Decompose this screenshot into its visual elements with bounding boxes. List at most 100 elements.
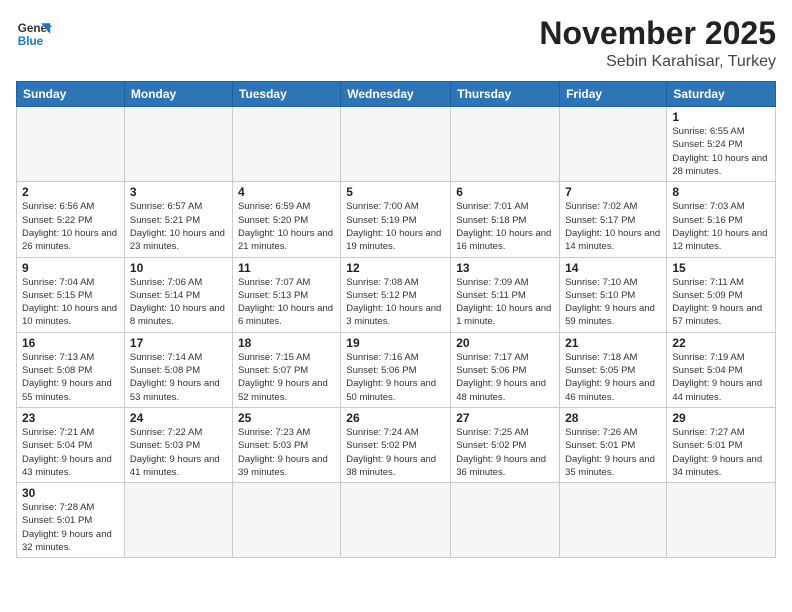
day-number: 17 bbox=[130, 336, 227, 350]
calendar-cell bbox=[341, 107, 451, 182]
calendar-cell bbox=[560, 107, 667, 182]
day-info: Sunrise: 7:11 AM Sunset: 5:09 PM Dayligh… bbox=[672, 276, 770, 329]
day-info: Sunrise: 7:16 AM Sunset: 5:06 PM Dayligh… bbox=[346, 351, 445, 404]
day-number: 21 bbox=[565, 336, 661, 350]
calendar-cell: 2Sunrise: 6:56 AM Sunset: 5:22 PM Daylig… bbox=[17, 182, 125, 257]
day-info: Sunrise: 7:13 AM Sunset: 5:08 PM Dayligh… bbox=[22, 351, 119, 404]
day-number: 29 bbox=[672, 411, 770, 425]
calendar-cell: 12Sunrise: 7:08 AM Sunset: 5:12 PM Dayli… bbox=[341, 257, 451, 332]
title-block: November 2025 Sebin Karahisar, Turkey bbox=[539, 16, 776, 71]
calendar-cell: 4Sunrise: 6:59 AM Sunset: 5:20 PM Daylig… bbox=[232, 182, 340, 257]
page: General Blue November 2025 Sebin Karahis… bbox=[0, 0, 792, 612]
day-info: Sunrise: 7:01 AM Sunset: 5:18 PM Dayligh… bbox=[456, 200, 554, 253]
calendar-cell: 22Sunrise: 7:19 AM Sunset: 5:04 PM Dayli… bbox=[667, 332, 776, 407]
weekday-thursday: Thursday bbox=[451, 82, 560, 107]
day-number: 26 bbox=[346, 411, 445, 425]
day-info: Sunrise: 7:07 AM Sunset: 5:13 PM Dayligh… bbox=[238, 276, 335, 329]
calendar-cell bbox=[341, 483, 451, 558]
day-info: Sunrise: 6:55 AM Sunset: 5:24 PM Dayligh… bbox=[672, 125, 770, 178]
day-info: Sunrise: 7:19 AM Sunset: 5:04 PM Dayligh… bbox=[672, 351, 770, 404]
day-number: 3 bbox=[130, 185, 227, 199]
day-info: Sunrise: 7:15 AM Sunset: 5:07 PM Dayligh… bbox=[238, 351, 335, 404]
day-number: 19 bbox=[346, 336, 445, 350]
day-info: Sunrise: 7:06 AM Sunset: 5:14 PM Dayligh… bbox=[130, 276, 227, 329]
day-info: Sunrise: 7:08 AM Sunset: 5:12 PM Dayligh… bbox=[346, 276, 445, 329]
calendar-cell: 29Sunrise: 7:27 AM Sunset: 5:01 PM Dayli… bbox=[667, 407, 776, 482]
day-number: 2 bbox=[22, 185, 119, 199]
day-info: Sunrise: 7:09 AM Sunset: 5:11 PM Dayligh… bbox=[456, 276, 554, 329]
calendar-cell: 30Sunrise: 7:28 AM Sunset: 5:01 PM Dayli… bbox=[17, 483, 125, 558]
day-number: 15 bbox=[672, 261, 770, 275]
logo-icon: General Blue bbox=[16, 16, 52, 52]
weekday-friday: Friday bbox=[560, 82, 667, 107]
day-info: Sunrise: 7:24 AM Sunset: 5:02 PM Dayligh… bbox=[346, 426, 445, 479]
calendar-cell: 5Sunrise: 7:00 AM Sunset: 5:19 PM Daylig… bbox=[341, 182, 451, 257]
day-number: 24 bbox=[130, 411, 227, 425]
calendar-cell bbox=[124, 107, 232, 182]
day-number: 18 bbox=[238, 336, 335, 350]
day-number: 9 bbox=[22, 261, 119, 275]
week-row-5: 23Sunrise: 7:21 AM Sunset: 5:04 PM Dayli… bbox=[17, 407, 776, 482]
calendar-cell bbox=[124, 483, 232, 558]
day-info: Sunrise: 7:04 AM Sunset: 5:15 PM Dayligh… bbox=[22, 276, 119, 329]
calendar-cell: 8Sunrise: 7:03 AM Sunset: 5:16 PM Daylig… bbox=[667, 182, 776, 257]
day-info: Sunrise: 7:23 AM Sunset: 5:03 PM Dayligh… bbox=[238, 426, 335, 479]
day-info: Sunrise: 6:59 AM Sunset: 5:20 PM Dayligh… bbox=[238, 200, 335, 253]
calendar-cell: 26Sunrise: 7:24 AM Sunset: 5:02 PM Dayli… bbox=[341, 407, 451, 482]
calendar-cell: 7Sunrise: 7:02 AM Sunset: 5:17 PM Daylig… bbox=[560, 182, 667, 257]
calendar-cell bbox=[17, 107, 125, 182]
calendar-cell: 16Sunrise: 7:13 AM Sunset: 5:08 PM Dayli… bbox=[17, 332, 125, 407]
calendar-cell bbox=[451, 483, 560, 558]
day-info: Sunrise: 7:17 AM Sunset: 5:06 PM Dayligh… bbox=[456, 351, 554, 404]
day-info: Sunrise: 7:10 AM Sunset: 5:10 PM Dayligh… bbox=[565, 276, 661, 329]
calendar-cell: 25Sunrise: 7:23 AM Sunset: 5:03 PM Dayli… bbox=[232, 407, 340, 482]
calendar-cell bbox=[667, 483, 776, 558]
day-number: 13 bbox=[456, 261, 554, 275]
day-number: 4 bbox=[238, 185, 335, 199]
day-number: 6 bbox=[456, 185, 554, 199]
day-number: 20 bbox=[456, 336, 554, 350]
calendar-title: November 2025 bbox=[539, 16, 776, 51]
week-row-1: 1Sunrise: 6:55 AM Sunset: 5:24 PM Daylig… bbox=[17, 107, 776, 182]
day-info: Sunrise: 7:22 AM Sunset: 5:03 PM Dayligh… bbox=[130, 426, 227, 479]
day-info: Sunrise: 7:14 AM Sunset: 5:08 PM Dayligh… bbox=[130, 351, 227, 404]
day-info: Sunrise: 7:18 AM Sunset: 5:05 PM Dayligh… bbox=[565, 351, 661, 404]
day-info: Sunrise: 7:03 AM Sunset: 5:16 PM Dayligh… bbox=[672, 200, 770, 253]
day-info: Sunrise: 7:02 AM Sunset: 5:17 PM Dayligh… bbox=[565, 200, 661, 253]
logo: General Blue bbox=[16, 16, 52, 52]
day-number: 8 bbox=[672, 185, 770, 199]
day-number: 23 bbox=[22, 411, 119, 425]
calendar-cell: 11Sunrise: 7:07 AM Sunset: 5:13 PM Dayli… bbox=[232, 257, 340, 332]
day-info: Sunrise: 7:27 AM Sunset: 5:01 PM Dayligh… bbox=[672, 426, 770, 479]
day-number: 30 bbox=[22, 486, 119, 500]
day-info: Sunrise: 7:00 AM Sunset: 5:19 PM Dayligh… bbox=[346, 200, 445, 253]
calendar-cell: 27Sunrise: 7:25 AM Sunset: 5:02 PM Dayli… bbox=[451, 407, 560, 482]
day-info: Sunrise: 7:25 AM Sunset: 5:02 PM Dayligh… bbox=[456, 426, 554, 479]
day-number: 22 bbox=[672, 336, 770, 350]
day-number: 25 bbox=[238, 411, 335, 425]
day-info: Sunrise: 6:57 AM Sunset: 5:21 PM Dayligh… bbox=[130, 200, 227, 253]
week-row-3: 9Sunrise: 7:04 AM Sunset: 5:15 PM Daylig… bbox=[17, 257, 776, 332]
calendar-cell bbox=[560, 483, 667, 558]
day-number: 7 bbox=[565, 185, 661, 199]
day-info: Sunrise: 7:28 AM Sunset: 5:01 PM Dayligh… bbox=[22, 501, 119, 554]
calendar-cell: 10Sunrise: 7:06 AM Sunset: 5:14 PM Dayli… bbox=[124, 257, 232, 332]
day-number: 11 bbox=[238, 261, 335, 275]
day-info: Sunrise: 7:21 AM Sunset: 5:04 PM Dayligh… bbox=[22, 426, 119, 479]
calendar-table: SundayMondayTuesdayWednesdayThursdayFrid… bbox=[16, 81, 776, 558]
day-info: Sunrise: 7:26 AM Sunset: 5:01 PM Dayligh… bbox=[565, 426, 661, 479]
day-number: 14 bbox=[565, 261, 661, 275]
calendar-cell: 18Sunrise: 7:15 AM Sunset: 5:07 PM Dayli… bbox=[232, 332, 340, 407]
week-row-4: 16Sunrise: 7:13 AM Sunset: 5:08 PM Dayli… bbox=[17, 332, 776, 407]
weekday-tuesday: Tuesday bbox=[232, 82, 340, 107]
calendar-cell: 17Sunrise: 7:14 AM Sunset: 5:08 PM Dayli… bbox=[124, 332, 232, 407]
week-row-6: 30Sunrise: 7:28 AM Sunset: 5:01 PM Dayli… bbox=[17, 483, 776, 558]
weekday-header-row: SundayMondayTuesdayWednesdayThursdayFrid… bbox=[17, 82, 776, 107]
calendar-subtitle: Sebin Karahisar, Turkey bbox=[539, 53, 776, 71]
calendar-cell: 3Sunrise: 6:57 AM Sunset: 5:21 PM Daylig… bbox=[124, 182, 232, 257]
calendar-cell: 19Sunrise: 7:16 AM Sunset: 5:06 PM Dayli… bbox=[341, 332, 451, 407]
weekday-sunday: Sunday bbox=[17, 82, 125, 107]
weekday-monday: Monday bbox=[124, 82, 232, 107]
calendar-cell: 1Sunrise: 6:55 AM Sunset: 5:24 PM Daylig… bbox=[667, 107, 776, 182]
week-row-2: 2Sunrise: 6:56 AM Sunset: 5:22 PM Daylig… bbox=[17, 182, 776, 257]
